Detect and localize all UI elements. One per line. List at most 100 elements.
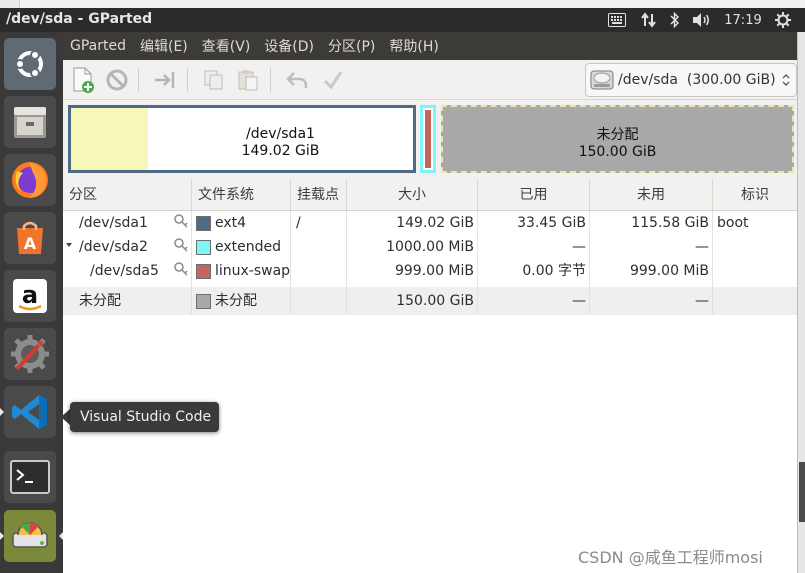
menu-partition[interactable]: 分区(P) <box>321 36 382 56</box>
settings-gear-icon[interactable] <box>772 8 794 32</box>
column-divider <box>290 211 291 315</box>
cell-flags: boot <box>717 215 749 231</box>
apply-check-icon[interactable] <box>319 66 347 94</box>
menu-gparted[interactable]: GParted <box>63 38 133 54</box>
dropdown-arrows-icon <box>782 72 790 92</box>
column-divider <box>346 211 347 315</box>
firefox-icon[interactable] <box>4 154 56 206</box>
column-divider <box>712 211 713 315</box>
menubar: GParted 编辑(E) 查看(V) 设备(D) 分区(P) 帮助(H) <box>63 32 797 60</box>
svg-text:A: A <box>24 234 37 253</box>
watermark: CSDN @咸鱼工程师mosi <box>578 548 763 567</box>
filesystem-color-swatch <box>196 294 211 309</box>
filesystem-color-swatch <box>196 240 211 255</box>
menu-help[interactable]: 帮助(H) <box>382 36 445 56</box>
cell-filesystem: linux-swap <box>215 263 291 279</box>
ubuntu-icon[interactable] <box>4 38 56 90</box>
new-partition-icon[interactable] <box>69 66 97 94</box>
cell-unused: 115.58 GiB <box>631 215 709 231</box>
disk-drive-icon <box>590 69 614 91</box>
screen-top-edge <box>0 0 805 8</box>
system-settings-icon[interactable] <box>4 328 56 380</box>
cell-partition: /dev/sda1 <box>79 215 148 231</box>
menu-view[interactable]: 查看(V) <box>195 36 258 56</box>
cell-used: 33.45 GiB <box>517 215 586 231</box>
expander-arrow-icon[interactable] <box>65 236 73 260</box>
files-icon[interactable] <box>4 96 56 148</box>
clock[interactable]: 17:19 <box>722 8 764 32</box>
terminal-icon[interactable] <box>4 451 56 503</box>
partition-block-extended[interactable] <box>420 105 436 173</box>
software-center-icon[interactable]: A <box>4 212 56 264</box>
partition-block-size: 149.02 GiB <box>241 143 320 159</box>
column-mountpoint[interactable]: 挂载点 <box>291 180 347 211</box>
cell-unused: — <box>695 239 709 255</box>
cell-partition: /dev/sda2 <box>79 239 148 255</box>
table-row[interactable]: /dev/sda2 extended 1000.00 MiB — — <box>63 235 797 259</box>
top-panel: /dev/sda - GParted 17:19 <box>0 8 805 32</box>
column-divider <box>191 211 192 315</box>
cell-unused: — <box>695 293 709 309</box>
column-filesystem[interactable]: 文件系统 <box>192 180 291 211</box>
cell-size: 999.00 MiB <box>394 263 474 279</box>
cell-used: — <box>572 293 586 309</box>
partition-block-swap[interactable] <box>425 110 431 168</box>
amazon-icon[interactable]: a <box>4 270 56 322</box>
column-divider <box>589 211 590 315</box>
cell-used: — <box>572 239 586 255</box>
cell-mountpoint: / <box>296 215 301 231</box>
partition-block-sda1[interactable]: /dev/sda1 149.02 GiB <box>68 105 416 173</box>
column-partition[interactable]: 分区 <box>63 180 192 211</box>
column-unused[interactable]: 未用 <box>590 180 713 211</box>
resize-move-icon[interactable] <box>151 66 179 94</box>
vscode-icon[interactable] <box>0 386 56 438</box>
toolbar-separator <box>187 68 188 92</box>
window-right-edge <box>797 32 805 573</box>
key-icon <box>173 213 189 237</box>
toolbar-separator <box>138 68 139 92</box>
running-indicator <box>0 408 4 416</box>
window-corner <box>0 0 20 8</box>
copy-icon[interactable] <box>200 66 228 94</box>
bluetooth-icon[interactable] <box>666 8 684 32</box>
cell-filesystem: ext4 <box>215 215 247 231</box>
launcher: A a <box>0 32 63 573</box>
cell-unused: 999.00 MiB <box>629 263 709 279</box>
keyboard-icon[interactable] <box>606 8 628 32</box>
cell-used: 0.00 字节 <box>522 263 586 279</box>
filesystem-color-swatch <box>196 216 211 231</box>
key-icon <box>173 237 189 261</box>
toolbar: /dev/sda (300.00 GiB) <box>63 60 797 100</box>
table-row[interactable]: /dev/sda5 linux-swap 999.00 MiB 0.00 字节 … <box>63 259 797 285</box>
used-space-bar <box>71 108 148 170</box>
volume-icon[interactable] <box>690 8 714 32</box>
partition-table: 分区 文件系统 挂载点 大小 已用 未用 标识 /dev/sda1 ext4 /… <box>63 180 797 573</box>
table-row[interactable]: 未分配 未分配 150.00 GiB — — <box>63 287 797 315</box>
window-title: /dev/sda - GParted <box>6 11 153 27</box>
launcher-tooltip: Visual Studio Code <box>70 402 219 432</box>
column-divider <box>477 211 478 315</box>
tooltip-arrow <box>61 409 70 425</box>
running-indicator <box>0 532 4 540</box>
device-selector[interactable]: /dev/sda (300.00 GiB) <box>585 63 797 97</box>
partition-block-size: 150.00 GiB <box>578 144 657 160</box>
column-size[interactable]: 大小 <box>347 180 478 211</box>
delete-icon[interactable] <box>103 66 131 94</box>
table-header: 分区 文件系统 挂载点 大小 已用 未用 标识 <box>63 180 797 211</box>
network-icon[interactable] <box>638 8 660 32</box>
key-icon <box>173 261 189 285</box>
menu-edit[interactable]: 编辑(E) <box>133 36 195 56</box>
table-row[interactable]: /dev/sda1 ext4 / 149.02 GiB 33.45 GiB 11… <box>63 211 797 235</box>
cell-partition: /dev/sda5 <box>90 263 159 279</box>
menu-device[interactable]: 设备(D) <box>257 36 321 56</box>
cell-size: 1000.00 MiB <box>386 239 474 255</box>
cell-filesystem: extended <box>215 239 282 255</box>
partition-block-unallocated[interactable]: 未分配 150.00 GiB <box>441 105 794 173</box>
column-flags[interactable]: 标识 <box>713 180 797 211</box>
filesystem-color-swatch <box>196 264 211 279</box>
undo-icon[interactable] <box>283 66 311 94</box>
column-used[interactable]: 已用 <box>478 180 590 211</box>
paste-icon[interactable] <box>234 66 262 94</box>
gparted-icon[interactable] <box>0 510 63 562</box>
cell-size: 150.00 GiB <box>396 293 474 309</box>
